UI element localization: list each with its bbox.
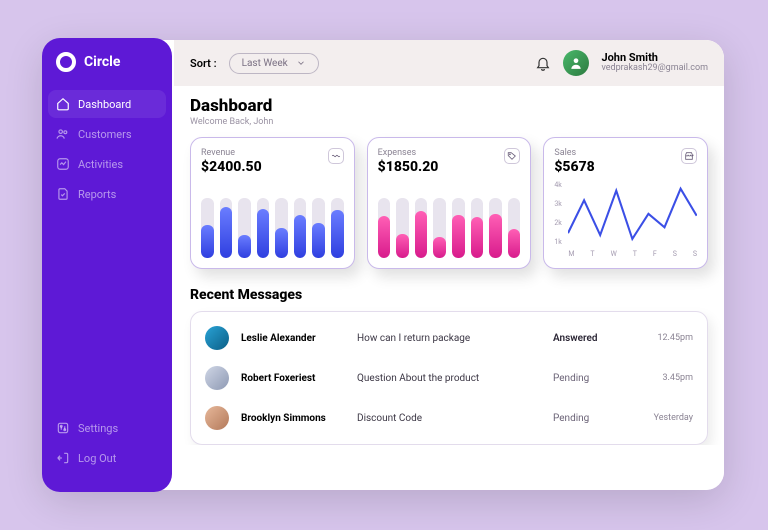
sales-line-chart: 4k3k2k1k MTWTFSS [554,181,697,258]
nav-label: Dashboard [78,98,131,111]
message-time: Yesterday [629,413,693,423]
activity-icon [56,157,70,171]
card-revenue[interactable]: Revenue $2400.50 [190,137,355,269]
message-name: Robert Foxeriest [241,373,351,384]
sidebar-item-customers[interactable]: Customers [42,120,172,148]
card-label: Revenue [201,148,262,158]
sort-value: Last Week [242,58,288,69]
avatar [205,326,229,350]
nav-bottom: Settings Log Out [42,414,172,478]
message-status: Pending [553,413,623,424]
page-subtitle: Welcome Back, John [190,117,708,127]
nav-label: Customers [78,128,132,141]
nav-label: Log Out [78,452,116,465]
sidebar-item-settings[interactable]: Settings [42,414,172,442]
nav-label: Activities [78,158,123,171]
nav-main: Dashboard Customers Activities Reports [42,90,172,208]
avatar [205,366,229,390]
message-time: 3.45pm [629,373,693,383]
sidebar-item-activities[interactable]: Activities [42,150,172,178]
brand-logo: Circle [42,52,172,72]
sidebar-item-logout[interactable]: Log Out [42,444,172,472]
sort-label: Sort : [190,57,217,70]
chevron-down-icon [296,58,306,68]
avatar [205,406,229,430]
sidebar-item-reports[interactable]: Reports [42,180,172,208]
message-name: Brooklyn Simmons [241,413,351,424]
message-subject: Question About the product [357,373,547,384]
card-expenses[interactable]: Expenses $1850.20 [367,137,532,269]
report-icon [56,187,70,201]
user-avatar[interactable] [563,50,589,76]
circle-icon [56,52,76,72]
user-info: John Smith vedprakash29@gmail.com [601,52,708,74]
user-email: vedprakash29@gmail.com [601,64,708,74]
app-window: Circle Dashboard Customers Activities Re… [44,40,724,490]
message-subject: Discount Code [357,413,547,424]
logout-icon [56,451,70,465]
topbar: Sort : Last Week John Smith vedprakash29… [174,40,724,86]
message-subject: How can I return package [357,333,547,344]
messages-list: Leslie Alexander How can I return package… [190,311,708,445]
nav-label: Settings [78,422,118,435]
sidebar: Circle Dashboard Customers Activities Re… [42,38,172,492]
person-icon [569,56,583,70]
content: Dashboard Welcome Back, John Revenue $24… [174,86,724,445]
sort-dropdown[interactable]: Last Week [229,53,319,74]
wave-icon [328,148,344,164]
main: Sort : Last Week John Smith vedprakash29… [174,40,724,490]
page-title: Dashboard [190,96,708,116]
tag-icon [504,148,520,164]
sidebar-item-dashboard[interactable]: Dashboard [48,90,166,118]
users-icon [56,127,70,141]
message-name: Leslie Alexander [241,333,351,344]
home-icon [56,97,70,111]
card-value: $5678 [554,159,594,175]
store-icon [681,148,697,164]
settings-icon [56,421,70,435]
card-label: Sales [554,148,594,158]
card-sales[interactable]: Sales $5678 4k3k2k1k MTWTFSS [543,137,708,269]
expenses-bars [378,175,521,258]
card-label: Expenses [378,148,439,158]
nav-label: Reports [78,188,116,201]
messages-title: Recent Messages [190,287,708,303]
revenue-bars [201,175,344,258]
card-value: $1850.20 [378,159,439,175]
brand-name: Circle [84,54,120,70]
bell-icon[interactable] [535,55,551,71]
stats-cards: Revenue $2400.50 Expenses $1850.20 [190,137,708,269]
message-time: 12.45pm [629,333,693,343]
message-status: Pending [553,373,623,384]
message-row[interactable]: Brooklyn Simmons Discount Code Pending Yest… [205,398,693,438]
message-status: Answered [553,333,623,344]
message-row[interactable]: Leslie Alexander How can I return package… [205,318,693,358]
message-row[interactable]: Robert Foxeriest Question About the produ… [205,358,693,398]
card-value: $2400.50 [201,159,262,175]
